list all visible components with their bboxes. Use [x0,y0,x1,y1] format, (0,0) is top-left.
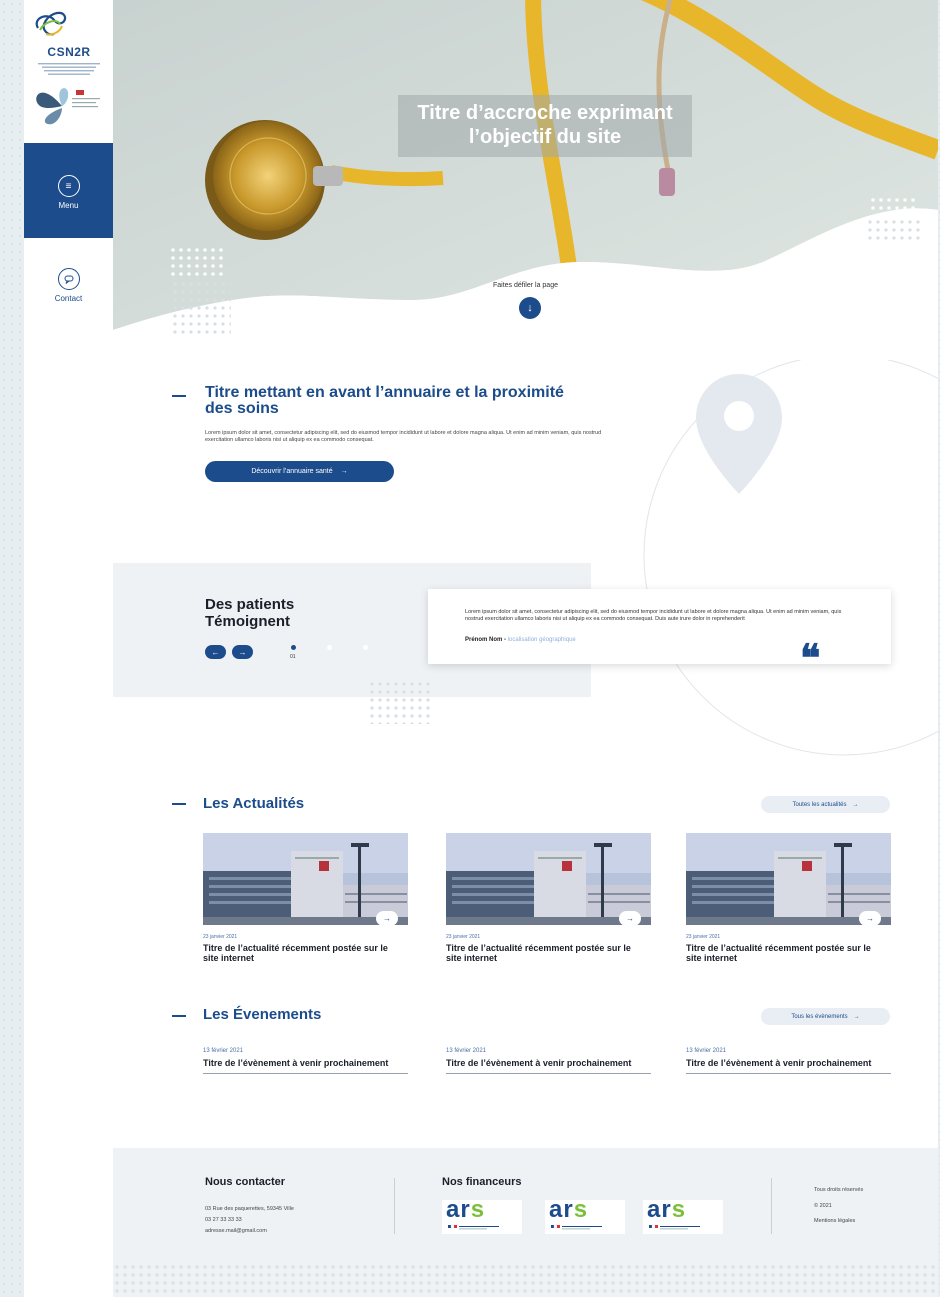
event-title: Titre de l’évènement à venir prochaineme… [446,1058,632,1068]
scroll-down-button[interactable]: ↓ [519,297,541,319]
event-date: 13 février 2021 [446,1048,487,1054]
footer-divider [771,1178,772,1234]
news-card[interactable]: → 23 janvier 2021 Titre de l’actualité r… [446,833,651,963]
pager-number: 01 [290,654,296,660]
annuaire-title: Titre mettant en avant l’annuaire et la … [205,384,564,417]
testimonial-location: localisation géographique [507,637,576,643]
contact-button[interactable]: Contact [24,268,113,303]
pager-dot[interactable] [363,645,368,650]
open-news-button[interactable]: → [376,911,398,925]
footer-copyright: © 2021 [814,1203,832,1209]
arrow-right-icon: → [852,801,859,808]
event-title: Titre de l’évènement à venir prochaineme… [686,1058,872,1068]
decorative-dots [368,680,432,724]
open-news-button[interactable]: → [619,911,641,925]
sidebar: CSN2R ≡ Menu Contact [24,0,113,1297]
news-card[interactable]: → 23 janvier 2021 Titre de l’actualité r… [686,833,891,963]
legal-notice-link[interactable]: Mentions légales [814,1218,855,1224]
hero-title: Titre d’accroche exprimant l’objectif du… [398,95,692,157]
arrow-down-icon: ↓ [527,302,533,314]
testimonial-card: Lorem ipsum dolor sit amet, consectetur … [428,589,891,680]
csn2r-logo[interactable]: CSN2R [30,10,108,76]
news-date: 23 janvier 2021 [686,934,721,940]
footer-funders-title: Nos financeurs [442,1176,522,1188]
news-image: → [446,833,651,925]
event-title: Titre de l’évènement à venir prochaineme… [203,1058,389,1068]
arrow-right-icon: → [238,647,247,657]
ars-logo[interactable]: ars [643,1196,723,1234]
logo-text: CSN2R [47,45,91,59]
scroll-hint: Faites défiler la page [493,282,558,289]
decorative-dots [113,1263,938,1297]
all-news-link[interactable]: Toutes les actualités → [761,796,890,813]
event-date: 13 février 2021 [686,1048,727,1054]
testimonial-author: Prénom Nom - localisation géographique [465,637,576,643]
ars-logo[interactable]: ars [545,1196,625,1234]
menu-button[interactable]: ≡ Menu [24,143,113,238]
footer-phone[interactable]: 03 27 33 33 33 [205,1217,242,1223]
news-image: → [203,833,408,925]
testimonials-title: Des patients Témoignent [205,596,295,630]
quote-icon: ❝ [800,635,821,680]
arrow-right-icon: → [383,914,391,923]
footer-contact-title: Nous contacter [205,1176,286,1188]
footer-rights: Tous droits réservés [814,1187,864,1193]
decorative-dots [866,218,922,242]
news-date: 23 janvier 2021 [203,934,238,940]
button-label: Découvrir l’annuaire santé [251,468,333,475]
menu-label: Menu [58,201,79,210]
news-item-title: Titre de l’actualité récemment postée su… [446,943,631,963]
event-item[interactable]: 13 février 2021 Titre de l’évènement à v… [446,1048,651,1074]
news-card[interactable]: → 23 janvier 2021 Titre de l’actualité r… [203,833,408,963]
logo-mark-icon [35,11,67,36]
prev-testimonial-button[interactable]: ← [205,645,226,659]
arrow-right-icon: → [340,468,348,475]
news-item-title: Titre de l’actualité récemment postée su… [203,943,388,963]
menu-lines-icon: ≡ [57,175,80,197]
pager-dot[interactable] [327,645,332,650]
map-pin-icon [696,374,782,494]
annuaire-text: Lorem ipsum dolor sit amet, consectetur … [205,430,602,443]
discover-directory-button[interactable]: Découvrir l’annuaire santé → [205,461,394,482]
page: CSN2R ≡ Menu Contact Titre d’accroche ex… [24,0,938,1297]
footer-divider [394,1178,395,1234]
hero: Titre d’accroche exprimant l’objectif du… [113,0,938,335]
event-item[interactable]: 13 février 2021 Titre de l’évènement à v… [203,1048,408,1074]
partner-butterfly-logo [36,88,100,125]
news-image: → [686,833,891,925]
news-title: Les Actualités [203,795,305,812]
all-events-link[interactable]: Tous les évènements → [761,1008,890,1025]
pager-dot-active[interactable] [291,645,296,650]
contact-label: Contact [54,294,83,303]
footer: Nous contacter 03 Rue des paquerettes, 5… [113,1148,938,1297]
arrow-left-icon: ← [211,647,220,657]
section-dash [172,395,186,397]
logo-tagline [38,63,100,75]
events-title: Les Évenements [203,1006,322,1023]
section-dash [172,803,186,805]
event-date: 13 février 2021 [203,1048,244,1054]
event-item[interactable]: 13 février 2021 Titre de l’évènement à v… [686,1048,891,1074]
arrow-right-icon: → [853,1013,860,1020]
ars-logo[interactable]: ars [442,1196,522,1234]
testimonial-text: Lorem ipsum dolor sit amet, consectetur … [465,609,842,622]
open-news-button[interactable]: → [859,911,881,925]
arrow-right-icon: → [866,914,874,923]
next-testimonial-button[interactable]: → [232,645,253,659]
section-dash [172,1015,186,1017]
news-date: 23 janvier 2021 [446,934,481,940]
footer-address: 03 Rue des paquerettes, 59345 Ville [205,1206,294,1212]
chat-bubble-icon [57,268,80,290]
footer-email[interactable]: adresse.mail@gmail.com [205,1228,267,1234]
news-item-title: Titre de l’actualité récemment postée su… [686,943,871,963]
arrow-right-icon: → [626,914,634,923]
